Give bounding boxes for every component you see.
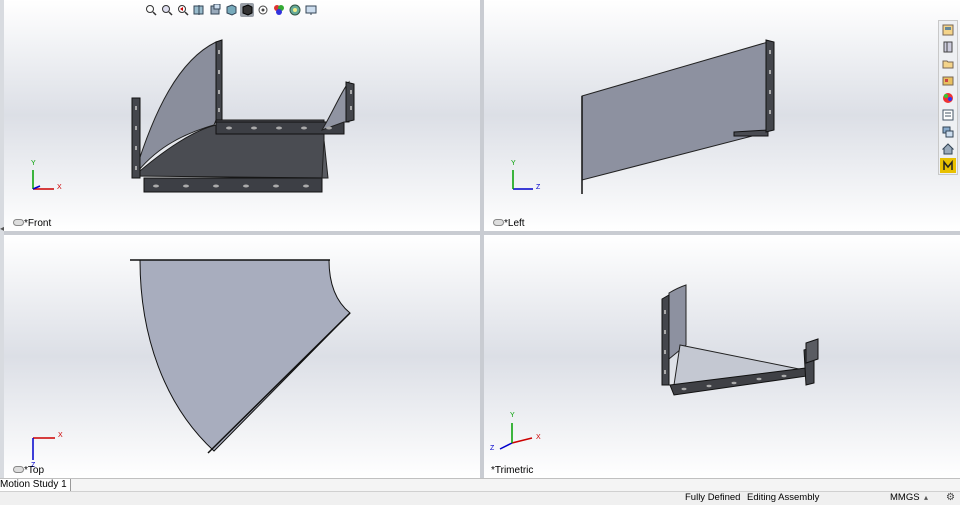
viewport-label-top: *Top: [24, 465, 45, 476]
viewport-top[interactable]: X Z *Top: [4, 235, 480, 478]
file-explorer-icon[interactable]: [940, 56, 956, 71]
view-orientation-icon[interactable]: [224, 3, 238, 17]
hide-show-items-icon[interactable]: [256, 3, 270, 17]
solidworks-resources-icon[interactable]: [940, 22, 956, 37]
status-mode: Editing Assembly: [747, 492, 820, 503]
task-pane-tabs: [938, 20, 958, 175]
m-icon[interactable]: [940, 158, 956, 173]
bottom-tab-bar: Motion Study 1: [0, 478, 960, 492]
front-view-model: [32, 39, 355, 193]
status-bar: Fully Defined Editing Assembly MMGS ▴ ⚙: [0, 491, 960, 505]
view-palette-icon[interactable]: [940, 73, 956, 88]
viewport-front[interactable]: X Y *Front: [4, 0, 480, 231]
left-view-model: [512, 39, 775, 194]
feature-manager-collapse-edge: [0, 0, 4, 478]
display-style-icon[interactable]: [240, 3, 254, 17]
edit-appearance-icon[interactable]: [272, 3, 286, 17]
trimetric-view-model: [499, 284, 819, 450]
axis-label-x: X: [57, 184, 62, 191]
section-view-icon[interactable]: [192, 3, 206, 17]
status-units[interactable]: MMGS: [890, 492, 920, 504]
viewport-link-icon[interactable]: [493, 219, 504, 226]
appearances-icon[interactable]: [940, 90, 956, 105]
solidworks-forum-icon[interactable]: [940, 124, 956, 139]
viewport-label-left: *Left: [504, 218, 525, 229]
zoom-to-area-icon[interactable]: [160, 3, 174, 17]
units-dropdown-icon[interactable]: ▴: [924, 492, 928, 504]
zoom-to-fit-icon[interactable]: [144, 3, 158, 17]
axis-label-y: Y: [510, 412, 515, 419]
axis-label-x: X: [536, 434, 541, 441]
dynamic-annotation-icon[interactable]: [208, 3, 222, 17]
viewport-link-icon[interactable]: [13, 466, 24, 473]
axis-label-z: Z: [536, 184, 541, 191]
axis-label-x: X: [58, 432, 63, 439]
apply-scene-icon[interactable]: [288, 3, 302, 17]
axis-label-y: Y: [31, 160, 36, 167]
axis-label-z: Z: [490, 445, 495, 452]
status-definition: Fully Defined: [685, 492, 741, 503]
viewport-label-trimetric: *Trimetric: [491, 465, 534, 476]
collapse-arrow-icon[interactable]: ◂: [0, 224, 8, 238]
viewport-left[interactable]: Z Y *Left: [484, 0, 960, 231]
graphics-area[interactable]: X Y *Front Z Y *Left X Z *Top X Z Y *Tri…: [0, 0, 960, 478]
custom-properties-icon[interactable]: [940, 107, 956, 122]
tab-motion-study[interactable]: Motion Study 1: [0, 479, 71, 491]
rebuild-status-icon[interactable]: ⚙: [946, 492, 955, 504]
viewport-label-front: *Front: [24, 218, 52, 229]
axis-label-y: Y: [511, 160, 516, 167]
top-view-model: [32, 259, 351, 460]
viewport-trimetric[interactable]: X Z Y *Trimetric: [484, 235, 960, 478]
design-library-icon[interactable]: [940, 39, 956, 54]
view-settings-icon[interactable]: [304, 3, 318, 17]
home-icon[interactable]: [940, 141, 956, 156]
viewport-link-icon[interactable]: [13, 219, 24, 226]
heads-up-view-toolbar: [144, 2, 318, 18]
previous-view-icon[interactable]: [176, 3, 190, 17]
